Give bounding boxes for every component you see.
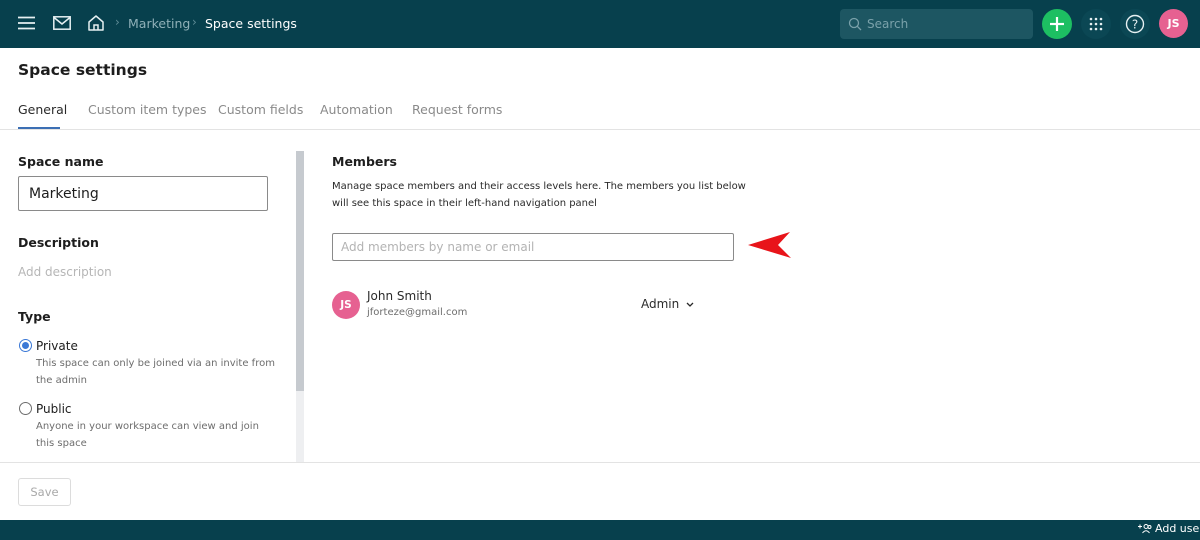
add-users-icon <box>1138 524 1152 534</box>
search-icon <box>848 16 862 35</box>
space-name-label: Space name <box>18 154 104 169</box>
description-label: Description <box>18 235 99 250</box>
tab-request-forms[interactable]: Request forms <box>412 102 502 117</box>
radio-public-description: Anyone in your workspace can view and jo… <box>36 421 259 449</box>
annotation-arrow-icon <box>748 232 791 258</box>
breadcrumb-current: Space settings <box>205 16 297 31</box>
member-role-value: Admin <box>641 297 680 311</box>
member-name: John Smith <box>367 289 432 303</box>
menu-icon[interactable] <box>17 14 35 32</box>
apps-grid-icon <box>1089 17 1103 31</box>
settings-tabs: General Custom item types Custom fields … <box>0 96 1200 130</box>
footer-divider <box>0 462 1200 463</box>
apps-button[interactable] <box>1081 9 1111 39</box>
left-panel-scrollbar-thumb[interactable] <box>296 151 304 391</box>
mail-icon[interactable] <box>52 15 71 31</box>
space-name-input[interactable] <box>18 176 268 211</box>
breadcrumb-separator-icon: › <box>115 15 120 29</box>
help-icon: ? <box>1125 14 1145 34</box>
plus-icon <box>1050 17 1064 31</box>
member-role-dropdown[interactable]: Admin <box>641 297 694 311</box>
members-description: Manage space members and their access le… <box>332 181 746 209</box>
svg-text:?: ? <box>1132 18 1138 32</box>
page-title: Space settings <box>18 61 148 79</box>
breadcrumb-separator-icon: › <box>192 15 197 29</box>
add-users-button[interactable]: Add users <box>1137 522 1200 535</box>
description-input[interactable]: Add description <box>18 265 112 279</box>
tab-custom-item-types[interactable]: Custom item types <box>88 102 207 117</box>
chevron-down-icon <box>686 302 694 307</box>
add-users-label: Add users <box>1155 522 1200 535</box>
radio-private-description: This space can only be joined via an inv… <box>36 358 275 386</box>
tab-custom-fields[interactable]: Custom fields <box>218 102 303 117</box>
members-title: Members <box>332 154 397 169</box>
radio-public[interactable] <box>19 402 32 415</box>
breadcrumb-marketing[interactable]: Marketing <box>128 16 190 31</box>
radio-private-label[interactable]: Private <box>36 339 78 353</box>
radio-private[interactable] <box>19 339 32 352</box>
search-placeholder: Search <box>867 17 909 31</box>
bottom-bar: Add users <box>0 520 1200 540</box>
member-email: jforteze@gmail.com <box>367 307 468 318</box>
type-label: Type <box>18 309 51 324</box>
member-avatar: JS <box>332 291 360 319</box>
active-tab-indicator <box>18 127 60 129</box>
search-input[interactable]: Search <box>840 9 1033 39</box>
home-icon[interactable] <box>86 13 105 32</box>
help-button[interactable]: ? <box>1120 9 1150 39</box>
save-button[interactable]: Save <box>18 478 71 506</box>
user-avatar[interactable]: JS <box>1159 9 1188 38</box>
tab-automation[interactable]: Automation <box>320 102 393 117</box>
top-navigation-bar: › Marketing › Space settings Search ? JS <box>0 0 1200 48</box>
tab-general[interactable]: General <box>18 102 67 117</box>
radio-public-label[interactable]: Public <box>36 402 72 416</box>
add-members-input[interactable] <box>332 233 734 261</box>
add-button[interactable] <box>1042 9 1072 39</box>
